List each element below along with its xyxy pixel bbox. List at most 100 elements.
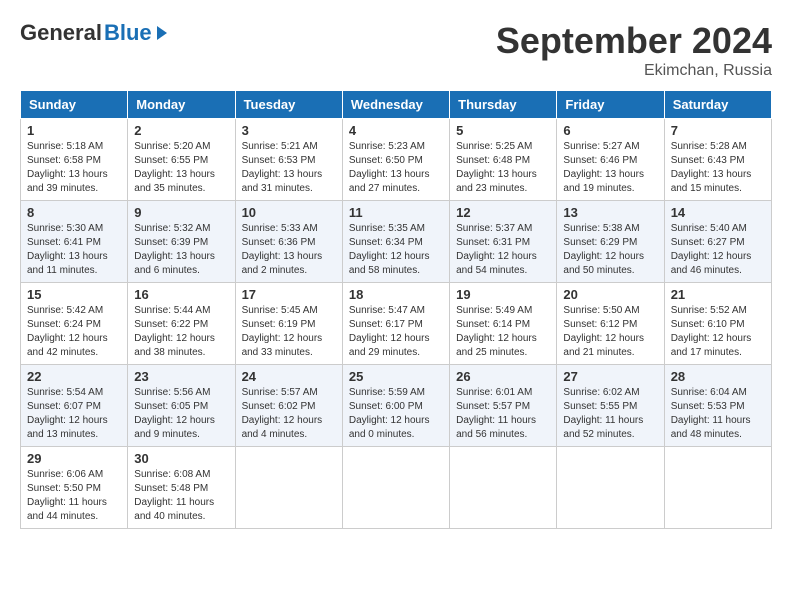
calendar-week-4: 22 Sunrise: 5:54 AM Sunset: 6:07 PM Dayl… — [21, 365, 772, 447]
calendar-cell-4: 4 Sunrise: 5:23 AM Sunset: 6:50 PM Dayli… — [342, 119, 449, 201]
logo-arrow-icon — [157, 26, 167, 40]
day-number: 19 — [456, 287, 550, 302]
calendar-cell-14: 14 Sunrise: 5:40 AM Sunset: 6:27 PM Dayl… — [664, 201, 771, 283]
calendar-cell-28: 28 Sunrise: 6:04 AM Sunset: 5:53 PM Dayl… — [664, 365, 771, 447]
day-number: 12 — [456, 205, 550, 220]
calendar-cell-13: 13 Sunrise: 5:38 AM Sunset: 6:29 PM Dayl… — [557, 201, 664, 283]
col-monday: Monday — [128, 91, 235, 119]
calendar-cell-19: 19 Sunrise: 5:49 AM Sunset: 6:14 PM Dayl… — [450, 283, 557, 365]
page-header: General Blue September 2024 Ekimchan, Ru… — [20, 20, 772, 80]
cell-content: Sunrise: 5:32 AM Sunset: 6:39 PM Dayligh… — [134, 222, 228, 278]
day-number: 23 — [134, 369, 228, 384]
cell-content: Sunrise: 5:52 AM Sunset: 6:10 PM Dayligh… — [671, 304, 765, 360]
cell-content: Sunrise: 5:50 AM Sunset: 6:12 PM Dayligh… — [563, 304, 657, 360]
cell-content: Sunrise: 5:45 AM Sunset: 6:19 PM Dayligh… — [242, 304, 336, 360]
calendar-cell-3: 3 Sunrise: 5:21 AM Sunset: 6:53 PM Dayli… — [235, 119, 342, 201]
logo-blue-text: Blue — [104, 20, 152, 46]
day-number: 7 — [671, 123, 765, 138]
day-number: 27 — [563, 369, 657, 384]
calendar-cell-18: 18 Sunrise: 5:47 AM Sunset: 6:17 PM Dayl… — [342, 283, 449, 365]
day-number: 25 — [349, 369, 443, 384]
cell-content: Sunrise: 5:38 AM Sunset: 6:29 PM Dayligh… — [563, 222, 657, 278]
logo-general-text: General — [20, 20, 102, 46]
col-friday: Friday — [557, 91, 664, 119]
calendar-cell-17: 17 Sunrise: 5:45 AM Sunset: 6:19 PM Dayl… — [235, 283, 342, 365]
day-number: 6 — [563, 123, 657, 138]
day-number: 20 — [563, 287, 657, 302]
day-number: 9 — [134, 205, 228, 220]
calendar-cell-26: 26 Sunrise: 6:01 AM Sunset: 5:57 PM Dayl… — [450, 365, 557, 447]
cell-content: Sunrise: 5:18 AM Sunset: 6:58 PM Dayligh… — [27, 140, 121, 196]
calendar-cell-15: 15 Sunrise: 5:42 AM Sunset: 6:24 PM Dayl… — [21, 283, 128, 365]
calendar-header-row: Sunday Monday Tuesday Wednesday Thursday… — [21, 91, 772, 119]
col-thursday: Thursday — [450, 91, 557, 119]
calendar-cell-empty — [235, 447, 342, 529]
day-number: 28 — [671, 369, 765, 384]
month-title: September 2024 — [496, 20, 772, 62]
calendar-cell-2: 2 Sunrise: 5:20 AM Sunset: 6:55 PM Dayli… — [128, 119, 235, 201]
calendar-cell-29: 29 Sunrise: 6:06 AM Sunset: 5:50 PM Dayl… — [21, 447, 128, 529]
day-number: 3 — [242, 123, 336, 138]
cell-content: Sunrise: 5:54 AM Sunset: 6:07 PM Dayligh… — [27, 386, 121, 442]
cell-content: Sunrise: 5:47 AM Sunset: 6:17 PM Dayligh… — [349, 304, 443, 360]
calendar-cell-27: 27 Sunrise: 6:02 AM Sunset: 5:55 PM Dayl… — [557, 365, 664, 447]
calendar-cell-22: 22 Sunrise: 5:54 AM Sunset: 6:07 PM Dayl… — [21, 365, 128, 447]
cell-content: Sunrise: 5:35 AM Sunset: 6:34 PM Dayligh… — [349, 222, 443, 278]
calendar-cell-20: 20 Sunrise: 5:50 AM Sunset: 6:12 PM Dayl… — [557, 283, 664, 365]
day-number: 14 — [671, 205, 765, 220]
calendar-cell-10: 10 Sunrise: 5:33 AM Sunset: 6:36 PM Dayl… — [235, 201, 342, 283]
cell-content: Sunrise: 5:56 AM Sunset: 6:05 PM Dayligh… — [134, 386, 228, 442]
day-number: 18 — [349, 287, 443, 302]
col-saturday: Saturday — [664, 91, 771, 119]
day-number: 11 — [349, 205, 443, 220]
calendar-cell-30: 30 Sunrise: 6:08 AM Sunset: 5:48 PM Dayl… — [128, 447, 235, 529]
calendar-cell-empty — [450, 447, 557, 529]
day-number: 26 — [456, 369, 550, 384]
calendar-week-3: 15 Sunrise: 5:42 AM Sunset: 6:24 PM Dayl… — [21, 283, 772, 365]
calendar-week-2: 8 Sunrise: 5:30 AM Sunset: 6:41 PM Dayli… — [21, 201, 772, 283]
cell-content: Sunrise: 6:04 AM Sunset: 5:53 PM Dayligh… — [671, 386, 765, 442]
calendar-week-5: 29 Sunrise: 6:06 AM Sunset: 5:50 PM Dayl… — [21, 447, 772, 529]
day-number: 22 — [27, 369, 121, 384]
cell-content: Sunrise: 6:08 AM Sunset: 5:48 PM Dayligh… — [134, 468, 228, 524]
day-number: 8 — [27, 205, 121, 220]
cell-content: Sunrise: 6:02 AM Sunset: 5:55 PM Dayligh… — [563, 386, 657, 442]
calendar-cell-1: 1 Sunrise: 5:18 AM Sunset: 6:58 PM Dayli… — [21, 119, 128, 201]
day-number: 17 — [242, 287, 336, 302]
cell-content: Sunrise: 5:33 AM Sunset: 6:36 PM Dayligh… — [242, 222, 336, 278]
day-number: 4 — [349, 123, 443, 138]
col-sunday: Sunday — [21, 91, 128, 119]
day-number: 13 — [563, 205, 657, 220]
calendar-cell-5: 5 Sunrise: 5:25 AM Sunset: 6:48 PM Dayli… — [450, 119, 557, 201]
calendar-cell-empty — [557, 447, 664, 529]
cell-content: Sunrise: 5:27 AM Sunset: 6:46 PM Dayligh… — [563, 140, 657, 196]
calendar-cell-12: 12 Sunrise: 5:37 AM Sunset: 6:31 PM Dayl… — [450, 201, 557, 283]
day-number: 29 — [27, 451, 121, 466]
logo: General Blue — [20, 20, 167, 46]
cell-content: Sunrise: 6:06 AM Sunset: 5:50 PM Dayligh… — [27, 468, 121, 524]
cell-content: Sunrise: 5:30 AM Sunset: 6:41 PM Dayligh… — [27, 222, 121, 278]
col-tuesday: Tuesday — [235, 91, 342, 119]
calendar-cell-6: 6 Sunrise: 5:27 AM Sunset: 6:46 PM Dayli… — [557, 119, 664, 201]
col-wednesday: Wednesday — [342, 91, 449, 119]
calendar-cell-16: 16 Sunrise: 5:44 AM Sunset: 6:22 PM Dayl… — [128, 283, 235, 365]
calendar-cell-23: 23 Sunrise: 5:56 AM Sunset: 6:05 PM Dayl… — [128, 365, 235, 447]
cell-content: Sunrise: 5:28 AM Sunset: 6:43 PM Dayligh… — [671, 140, 765, 196]
calendar-cell-8: 8 Sunrise: 5:30 AM Sunset: 6:41 PM Dayli… — [21, 201, 128, 283]
cell-content: Sunrise: 5:25 AM Sunset: 6:48 PM Dayligh… — [456, 140, 550, 196]
calendar-cell-11: 11 Sunrise: 5:35 AM Sunset: 6:34 PM Dayl… — [342, 201, 449, 283]
cell-content: Sunrise: 5:20 AM Sunset: 6:55 PM Dayligh… — [134, 140, 228, 196]
location-text: Ekimchan, Russia — [496, 62, 772, 80]
day-number: 1 — [27, 123, 121, 138]
calendar-cell-9: 9 Sunrise: 5:32 AM Sunset: 6:39 PM Dayli… — [128, 201, 235, 283]
cell-content: Sunrise: 5:57 AM Sunset: 6:02 PM Dayligh… — [242, 386, 336, 442]
day-number: 10 — [242, 205, 336, 220]
cell-content: Sunrise: 5:21 AM Sunset: 6:53 PM Dayligh… — [242, 140, 336, 196]
calendar-cell-empty — [342, 447, 449, 529]
cell-content: Sunrise: 5:23 AM Sunset: 6:50 PM Dayligh… — [349, 140, 443, 196]
title-block: September 2024 Ekimchan, Russia — [496, 20, 772, 80]
calendar-week-1: 1 Sunrise: 5:18 AM Sunset: 6:58 PM Dayli… — [21, 119, 772, 201]
cell-content: Sunrise: 5:37 AM Sunset: 6:31 PM Dayligh… — [456, 222, 550, 278]
calendar-cell-empty — [664, 447, 771, 529]
day-number: 30 — [134, 451, 228, 466]
